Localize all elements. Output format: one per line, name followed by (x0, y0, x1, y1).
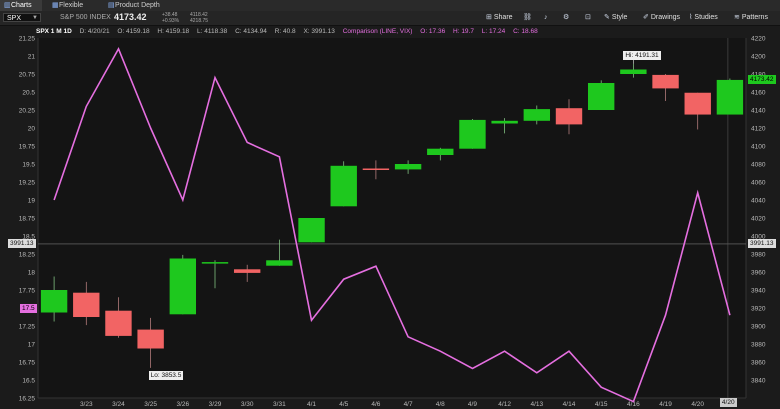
right-tick-label: 4080 (751, 162, 766, 169)
x-tick-label: 3/26 (176, 401, 189, 408)
candle-body (716, 79, 744, 115)
left-tick-label: 20.25 (19, 108, 36, 115)
right-tick-label: 3940 (751, 288, 766, 295)
left-tick-label: 21.25 (19, 36, 36, 43)
left-tick-label: 16.5 (22, 378, 35, 385)
right-tick-label: 4100 (751, 144, 766, 151)
right-tick-label: 3920 (751, 306, 766, 313)
x-tick-label: 4/1 (307, 401, 316, 408)
right-tick-label: 3860 (751, 360, 766, 367)
left-tick-label: 20.5 (22, 90, 35, 97)
x-tick-label: 4/9 (468, 401, 477, 408)
price-chart[interactable]: 3840386038803900392039403960398040004020… (0, 0, 780, 409)
candle-body (459, 119, 486, 149)
x-tick-label: 3/23 (80, 401, 93, 408)
candle-body (330, 165, 357, 207)
x-tick-label: 4/14 (563, 401, 576, 408)
right-tick-label: 4020 (751, 216, 766, 223)
right-tick-label: 4040 (751, 198, 766, 205)
right-tick-label: 3900 (751, 324, 766, 331)
candle-body (620, 69, 647, 74)
x-tick-label: 4/5 (339, 401, 348, 408)
candle-body (523, 109, 551, 121)
left-tick-label: 18.75 (19, 216, 36, 223)
last-date-tag: 4/20 (719, 398, 737, 407)
candle-body (362, 168, 390, 170)
left-tick-label: 17.75 (19, 288, 36, 295)
left-tick-label: 19.75 (19, 144, 36, 151)
left-tick-label: 16.75 (19, 360, 36, 367)
comparison-tag: 17.5 (20, 303, 37, 313)
x-tick-label: 3/29 (209, 401, 222, 408)
candle-body (394, 164, 422, 170)
left-tick-label: 20 (28, 126, 36, 133)
candle-body (233, 269, 261, 273)
low-label: Lo: 3853.5 (148, 370, 184, 380)
right-tick-label: 3980 (751, 252, 766, 259)
candle-body (201, 262, 229, 264)
candle-body (684, 92, 711, 115)
left-tick-label: 19.25 (19, 180, 36, 187)
x-tick-label: 4/19 (659, 401, 672, 408)
left-tick-label: 17.25 (19, 324, 36, 331)
candle-body (587, 83, 615, 110)
ema-right-tag: 3991.13 (748, 239, 776, 249)
candle-body (555, 108, 583, 125)
x-tick-label: 3/31 (273, 401, 286, 408)
left-tick-label: 19 (28, 198, 36, 205)
x-tick-label: 4/7 (404, 401, 413, 408)
candle-body (40, 290, 68, 313)
left-tick-label: 17 (28, 342, 36, 349)
candle-body (298, 218, 325, 243)
high-label: Hi: 4191.31 (623, 50, 661, 60)
left-tick-label: 18.25 (19, 252, 36, 259)
candle-body (491, 120, 518, 124)
right-tick-label: 4220 (751, 36, 766, 43)
x-tick-label: 4/6 (371, 401, 380, 408)
candle-body (427, 148, 454, 155)
right-tick-label: 3880 (751, 342, 766, 349)
right-tick-label: 3960 (751, 270, 766, 277)
right-tick-label: 4160 (751, 90, 766, 97)
left-tick-label: 18 (28, 270, 36, 277)
ema-left-tag: 3991.13 (8, 239, 36, 249)
x-tick-label: 3/24 (112, 401, 125, 408)
last-price-tag: 4173.42 (748, 75, 776, 85)
candle-body (652, 74, 679, 89)
x-tick-label: 4/15 (595, 401, 608, 408)
left-tick-label: 19.5 (22, 162, 35, 169)
right-tick-label: 4060 (751, 180, 766, 187)
left-tick-label: 16.25 (19, 396, 36, 403)
left-tick-label: 21 (28, 54, 36, 61)
right-tick-label: 4200 (751, 54, 766, 61)
right-tick-label: 4120 (751, 126, 766, 133)
x-tick-label: 3/25 (144, 401, 157, 408)
candle-body (137, 329, 164, 349)
right-tick-label: 3840 (751, 378, 766, 385)
x-tick-label: 4/12 (498, 401, 511, 408)
candle-body (105, 310, 132, 336)
x-tick-label: 4/8 (436, 401, 445, 408)
candle-body (169, 258, 197, 315)
x-tick-label: 3/30 (241, 401, 254, 408)
right-tick-label: 4140 (751, 108, 766, 115)
left-tick-label: 20.75 (19, 72, 36, 79)
candle-body (266, 260, 293, 266)
candle-body (73, 292, 100, 317)
x-tick-label: 4/13 (530, 401, 543, 408)
x-tick-label: 4/20 (691, 401, 704, 408)
